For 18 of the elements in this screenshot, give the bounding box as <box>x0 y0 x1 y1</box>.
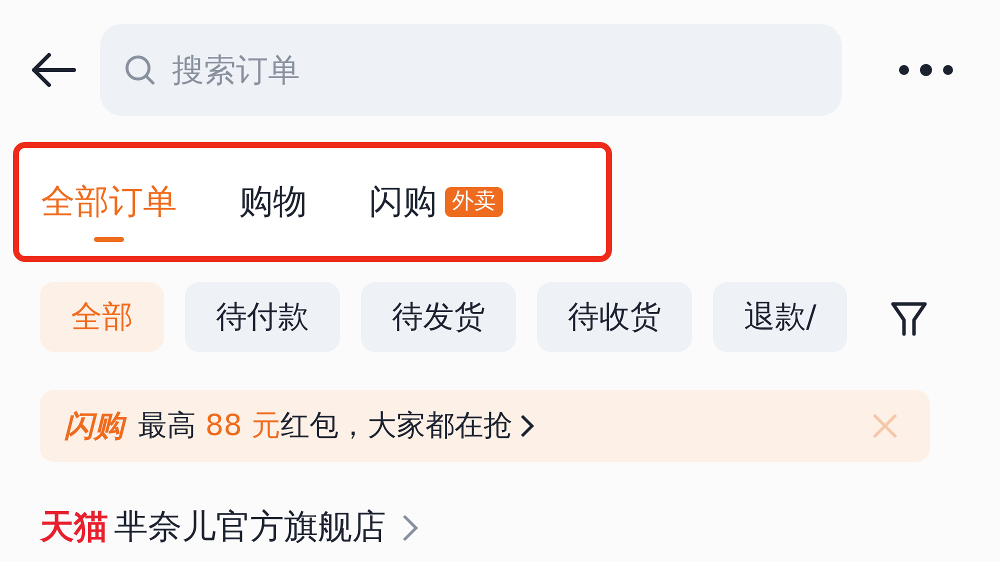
tab[interactable]: 闪购 外卖 <box>369 182 503 244</box>
tag: 外卖 <box>445 186 503 218</box>
chevron-right-icon[interactable] <box>402 514 418 542</box>
chevron-right-icon <box>520 414 534 438</box>
filter-chip[interactable]: 待收货 <box>537 282 692 352</box>
more-icon[interactable] <box>898 64 954 76</box>
store-name[interactable]: 芈奈儿官方旗舰店 <box>114 502 386 553</box>
promo-banner[interactable]: 闪购 最高 88 元红包，大家都在抢 <box>40 390 930 462</box>
filter-chip[interactable]: 退款/ <box>713 282 848 352</box>
search-field[interactable]: 搜索订单 <box>100 24 842 116</box>
filter-icon[interactable] <box>890 300 928 338</box>
promo-text: 最高 88 元红包，大家都在抢 <box>138 407 512 444</box>
filter-chip[interactable]: 待发货 <box>361 282 516 352</box>
search-icon <box>124 54 156 86</box>
tmall-logo: 天猫 <box>40 506 108 549</box>
tab[interactable]: 购物 <box>239 182 307 244</box>
filter-chip[interactable]: 待付款 <box>185 282 340 352</box>
back-arrow-icon[interactable] <box>30 52 76 88</box>
